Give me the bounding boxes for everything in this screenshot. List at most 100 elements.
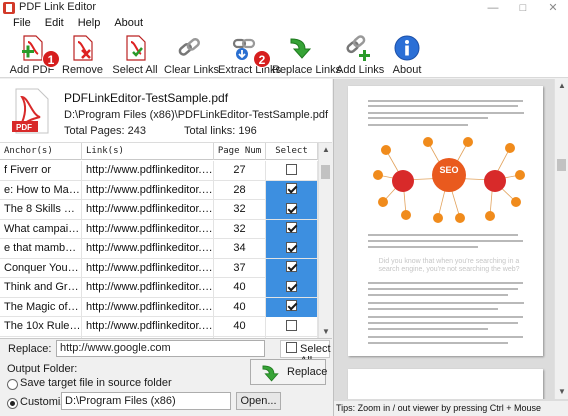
replace-label: Replace: xyxy=(8,343,52,355)
preview-scroll-up-icon[interactable]: ▲ xyxy=(555,79,568,93)
cell-anchor: Think and Grow Ri... xyxy=(0,278,82,297)
scroll-down-icon[interactable]: ▼ xyxy=(319,325,332,338)
table-row[interactable]: f Fiverr or http://www.pdflinkeditor.com 2… xyxy=(0,161,318,181)
open-folder-button[interactable]: Open... xyxy=(236,392,281,410)
table-row[interactable]: The Magic of Thin...http://www.pdflinked… xyxy=(0,297,318,317)
preview-scroll-down-icon[interactable]: ▼ xyxy=(555,385,568,399)
text-line xyxy=(368,282,523,284)
radio-source-folder[interactable] xyxy=(7,379,18,390)
preview-scroll-thumb[interactable] xyxy=(557,159,566,171)
minimize-button[interactable]: — xyxy=(478,0,508,16)
table-row[interactable]: e that mamba me...http://www.pdflinkedit… xyxy=(0,239,318,259)
header-page-num[interactable]: Page Num xyxy=(214,143,266,160)
window-title: PDF Link Editor xyxy=(19,1,97,13)
text-line xyxy=(368,342,508,344)
row-select-checkbox[interactable] xyxy=(286,261,297,273)
replace-links-label: Replace Links xyxy=(272,64,342,76)
remove-icon xyxy=(73,35,93,61)
extract-links-button[interactable]: Extract Links 2 xyxy=(218,32,281,78)
replace-url-input[interactable]: http://www.google.com xyxy=(56,340,265,357)
row-select-checkbox[interactable] xyxy=(286,222,297,234)
select-all-label: Select All xyxy=(112,64,158,76)
cell-page: 32 xyxy=(214,219,266,239)
cell-page: 34 xyxy=(214,239,266,258)
replace-button-label: Replace xyxy=(287,366,328,378)
table-scrollbar[interactable]: ▲ ▼ xyxy=(318,143,332,338)
table-row[interactable]: The 8 Skills Every S...http://www.pdflin… xyxy=(0,200,318,220)
cell-link: http://www.pdflinkeditor.com xyxy=(82,219,214,239)
replace-links-button[interactable]: Replace Links xyxy=(272,32,342,78)
menu-file[interactable]: File xyxy=(6,16,38,32)
cell-select xyxy=(266,161,318,180)
replace-button[interactable]: Replace xyxy=(250,359,328,385)
text-line xyxy=(368,112,524,114)
add-pdf-button[interactable]: Add PDF 1 xyxy=(4,32,60,78)
cell-anchor: The Magic of Thin... xyxy=(0,297,82,317)
cell-select xyxy=(266,180,318,200)
row-select-checkbox[interactable] xyxy=(286,163,297,175)
text-line xyxy=(368,100,523,102)
table-row[interactable]: e: How to Make M...http://www.pdflinkedi… xyxy=(0,180,318,200)
table-row[interactable]: What campaigns c...http://www.pdflinkedi… xyxy=(0,219,318,239)
menu-help[interactable]: Help xyxy=(71,16,108,32)
close-button[interactable]: ✕ xyxy=(538,0,568,16)
info-icon xyxy=(394,35,420,61)
cell-page: 40 xyxy=(214,317,266,336)
header-anchors[interactable]: Anchor(s) xyxy=(0,143,82,160)
green-arrow-down-icon xyxy=(290,38,312,59)
about-button[interactable]: About xyxy=(386,32,428,78)
menu-edit[interactable]: Edit xyxy=(38,16,71,32)
cell-select xyxy=(266,258,318,278)
clear-links-button[interactable]: Clear Links xyxy=(164,32,219,78)
output-dir-input[interactable]: D:\Program Files (x86) xyxy=(61,392,231,410)
cell-page: 40 xyxy=(214,297,266,317)
text-line xyxy=(368,302,524,304)
add-link-icon xyxy=(346,35,370,61)
scroll-thumb[interactable] xyxy=(321,165,330,179)
select-all-box[interactable] xyxy=(286,342,297,353)
text-line xyxy=(368,316,523,318)
radio-customize[interactable] xyxy=(7,398,18,409)
add-links-button[interactable]: Add Links xyxy=(336,32,384,78)
total-links: Total links: 196 xyxy=(184,125,257,137)
remove-button[interactable]: Remove xyxy=(62,32,103,78)
cell-select xyxy=(266,317,318,336)
menu-about[interactable]: About xyxy=(107,16,150,32)
row-select-checkbox[interactable] xyxy=(286,202,297,214)
cell-page: 27 xyxy=(214,161,266,180)
row-select-checkbox[interactable] xyxy=(286,319,297,331)
cell-link: http://www.pdflinkeditor.com xyxy=(82,200,214,219)
preview-scrollbar[interactable]: ▲ ▼ xyxy=(554,79,568,399)
maximize-button[interactable]: □ xyxy=(508,0,538,16)
header-select[interactable]: Select xyxy=(266,143,318,160)
about-label: About xyxy=(392,64,422,76)
cell-anchor: f Fiverr or xyxy=(0,161,82,180)
cell-page: 37 xyxy=(214,258,266,278)
table-row[interactable]: Think and Grow Ri...http://www.pdflinked… xyxy=(0,278,318,298)
title-bar: PDF Link Editor — □ ✕ xyxy=(0,0,568,16)
row-select-checkbox[interactable] xyxy=(286,300,297,312)
row-select-checkbox[interactable] xyxy=(286,241,297,253)
cell-link: http://www.pdflinkeditor.com xyxy=(82,258,214,278)
preview-viewport[interactable]: SEO Did you know that when you're search… xyxy=(334,79,555,399)
row-select-checkbox[interactable] xyxy=(286,183,297,195)
output-folder-label: Output Folder: xyxy=(7,363,78,375)
diagram-hub xyxy=(432,158,466,192)
replace-arrow-icon xyxy=(262,365,279,382)
select-all-checkbox[interactable]: Select All xyxy=(280,340,331,367)
select-all-button[interactable]: Select All xyxy=(110,32,160,78)
replace-row: Replace: http://www.google.com Select Al… xyxy=(0,339,332,367)
scroll-up-icon[interactable]: ▲ xyxy=(319,143,332,157)
header-links[interactable]: Link(s) xyxy=(82,143,214,160)
file-path: D:\Program Files (x86)\PDFLinkEditor-Tes… xyxy=(64,109,329,121)
preview-page: SEO Did you know that when you're search… xyxy=(348,86,543,356)
table-row[interactable]: Conquer Your Fear...http://www.pdflinked… xyxy=(0,258,318,278)
diagram-node-off-page xyxy=(484,170,506,192)
step-badge-2: 2 xyxy=(253,50,271,68)
menu-bar: File Edit Help About xyxy=(0,16,568,32)
table-row[interactable]: The 10x Rule by G...http://www.pdflinked… xyxy=(0,317,318,337)
preview-page-2 xyxy=(348,369,543,399)
row-select-checkbox[interactable] xyxy=(286,280,297,292)
cell-link: http://www.pdflinkeditor.com xyxy=(82,278,214,297)
svg-text:PDF: PDF xyxy=(16,123,32,132)
